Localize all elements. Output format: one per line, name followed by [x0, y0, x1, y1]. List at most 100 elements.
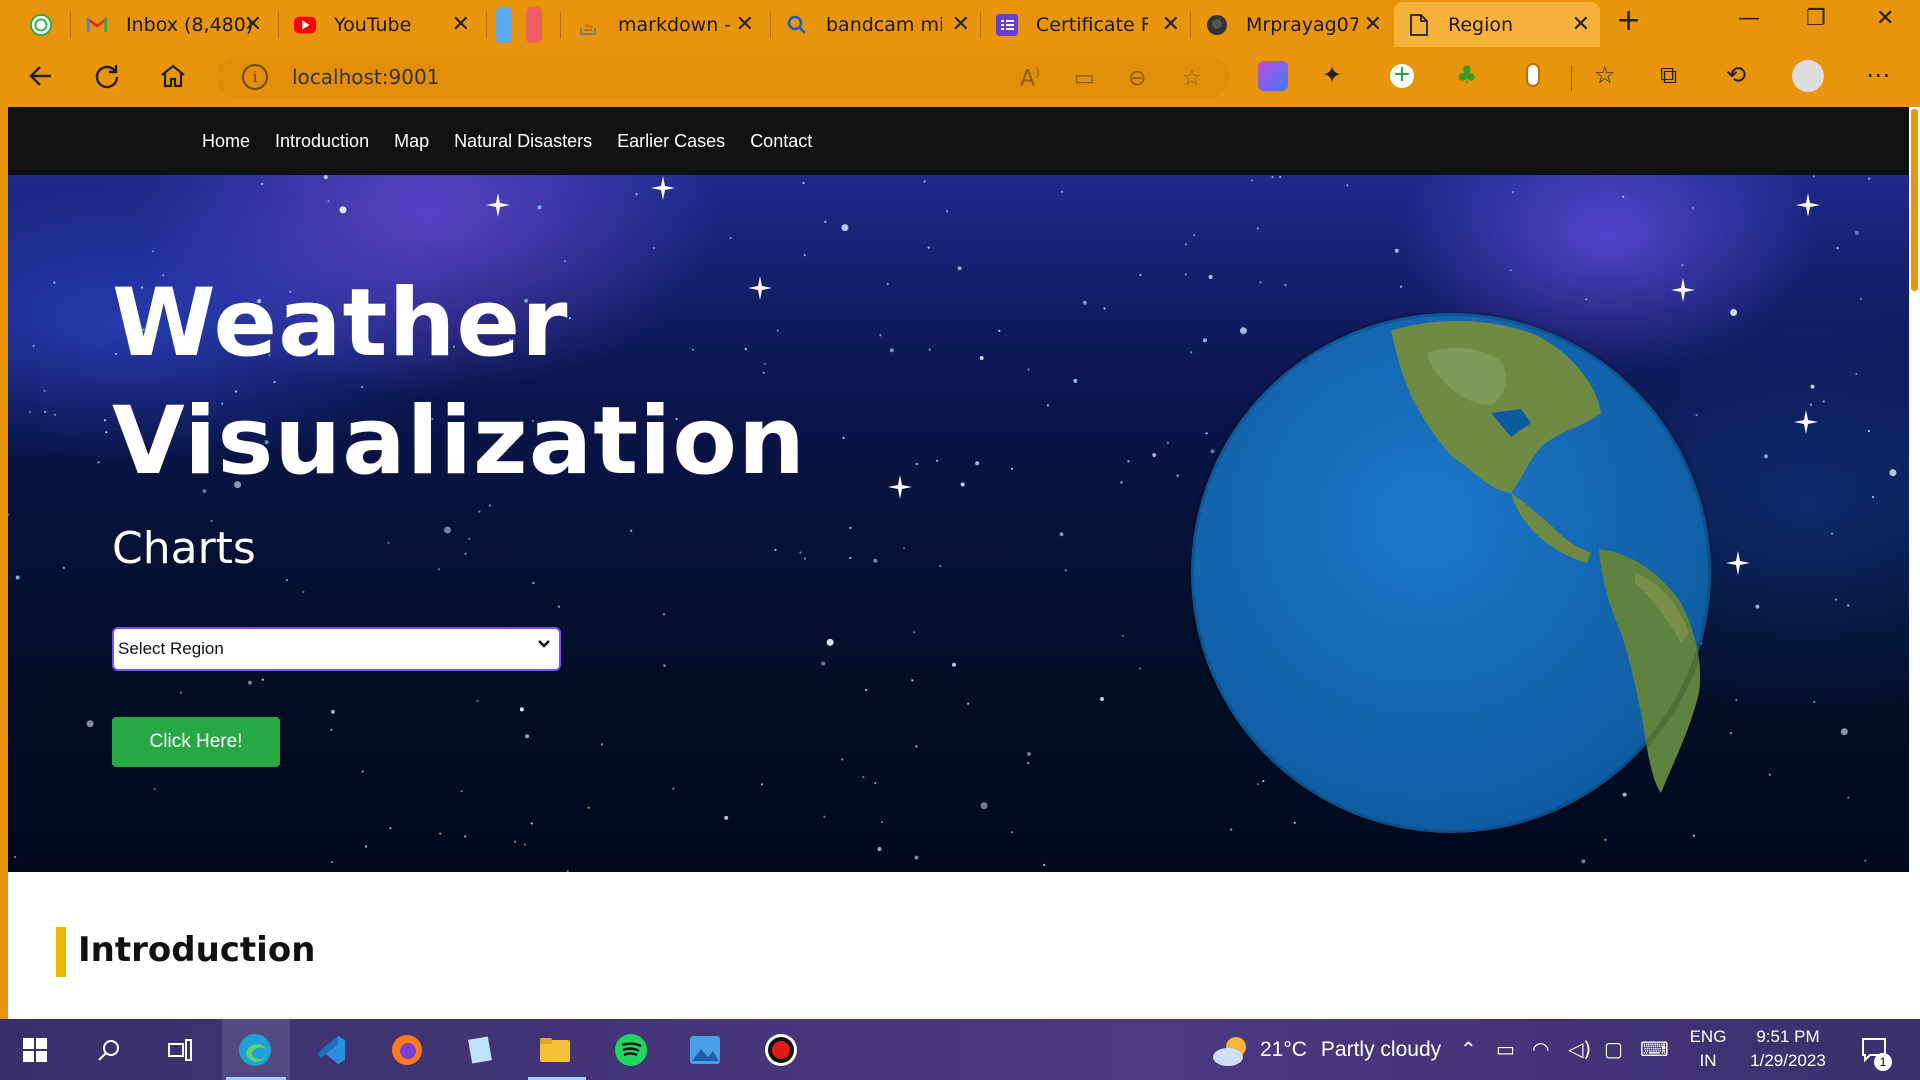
collections-icon[interactable]: ⧉	[1660, 61, 1677, 89]
keyboard-icon[interactable]: ⌨	[1640, 1037, 1669, 1061]
star	[323, 175, 328, 180]
page-scrollbar-thumb[interactable]	[1911, 109, 1918, 291]
more-menu-icon[interactable]: ⋯	[1866, 61, 1890, 89]
tab-markdown[interactable]: markdown - H ✕	[564, 6, 764, 43]
star	[302, 590, 305, 593]
read-aloud-icon[interactable]: A)	[1020, 66, 1040, 91]
tab-certificate-form[interactable]: Certificate For ✕	[982, 6, 1190, 43]
star	[1836, 247, 1839, 250]
star	[802, 181, 805, 185]
extension-add-icon[interactable]: +	[1390, 64, 1414, 88]
nav-home[interactable]: Home	[202, 131, 250, 152]
region-select[interactable]: Select Region	[112, 627, 561, 671]
volume-icon[interactable]: ◁)	[1568, 1037, 1591, 1061]
immersive-reader-icon[interactable]: ▭	[1074, 66, 1095, 91]
nav-earlier-cases[interactable]: Earlier Cases	[617, 131, 725, 152]
nav-introduction[interactable]: Introduction	[275, 131, 369, 152]
close-tab-icon[interactable]: ✕	[244, 12, 262, 37]
screen-recorder-icon[interactable]	[764, 1033, 798, 1067]
windows-start-icon[interactable]	[18, 1033, 52, 1067]
star	[1010, 467, 1014, 470]
star	[1346, 184, 1349, 187]
favorites-icon[interactable]: ☆	[1594, 61, 1616, 89]
reload-button[interactable]	[92, 62, 122, 92]
wifi-icon[interactable]: ◠	[1532, 1037, 1549, 1061]
extension-icon-3[interactable]: ♣	[1456, 61, 1478, 89]
tab-title: Region	[1448, 13, 1514, 36]
tab-title: Mrprayag077/	[1246, 13, 1358, 36]
star	[1043, 863, 1046, 867]
back-button[interactable]	[26, 62, 56, 92]
site-info-icon[interactable]: i	[242, 64, 268, 90]
tab-bandcam-search[interactable]: bandcam mic ✕	[772, 6, 980, 43]
star	[1208, 275, 1213, 279]
star	[105, 431, 108, 434]
star	[880, 820, 884, 824]
section-accent-bar	[56, 927, 66, 977]
minimize-button[interactable]: —	[1738, 6, 1760, 31]
nav-natural-disasters[interactable]: Natural Disasters	[454, 131, 592, 152]
close-tab-icon[interactable]: ✕	[1364, 12, 1382, 37]
search-icon	[786, 14, 808, 36]
language-indicator[interactable]: ENG IN	[1688, 1027, 1728, 1071]
close-tab-icon[interactable]: ✕	[1572, 12, 1590, 37]
battery-icon[interactable]: ▭	[1496, 1037, 1515, 1061]
star	[210, 519, 213, 523]
star	[15, 575, 20, 580]
tab-github[interactable]: Mrprayag077/ ✕	[1192, 6, 1392, 43]
star	[14, 855, 17, 859]
restore-button[interactable]: ❐	[1806, 6, 1826, 31]
meet-now-icon[interactable]: ▢	[1604, 1037, 1623, 1061]
extension-icon-1[interactable]	[1258, 61, 1288, 91]
zoom-icon[interactable]: ⊖	[1128, 66, 1146, 91]
sparkle-star	[486, 193, 510, 217]
file-explorer-icon[interactable]	[538, 1033, 572, 1067]
edge-browser-icon[interactable]	[238, 1033, 272, 1067]
star	[1604, 838, 1607, 842]
star	[724, 815, 729, 820]
star	[960, 482, 965, 487]
star	[1511, 191, 1514, 194]
spotify-icon[interactable]	[614, 1033, 648, 1067]
address-url[interactable]: localhost:9001	[292, 65, 439, 89]
nav-contact[interactable]: Contact	[750, 131, 812, 152]
profile-avatar[interactable]	[1792, 60, 1824, 92]
vscode-icon[interactable]	[314, 1033, 348, 1067]
star	[53, 281, 56, 284]
task-view-icon[interactable]	[163, 1033, 197, 1067]
show-hidden-icons[interactable]: ⌃	[1460, 1037, 1477, 1061]
extension-icon-4[interactable]	[1526, 63, 1540, 87]
system-clock[interactable]: 9:51 PM 1/29/2023	[1740, 1027, 1836, 1071]
click-here-button[interactable]: Click Here!	[112, 717, 280, 767]
star	[653, 246, 656, 250]
star	[824, 220, 827, 223]
star	[1061, 190, 1064, 193]
tab-pinned-group[interactable]	[490, 6, 554, 43]
nav-map[interactable]: Map	[394, 131, 429, 152]
new-tab-button[interactable]: +	[1616, 3, 1641, 38]
search-icon[interactable]	[92, 1033, 126, 1067]
address-bar[interactable]: i localhost:9001 A) ▭ ⊖ ☆	[216, 56, 1230, 98]
github-icon	[1206, 14, 1228, 36]
close-tab-icon[interactable]: ✕	[1162, 12, 1180, 37]
extension-icon-2[interactable]: ✦	[1322, 61, 1342, 89]
tab-title: bandcam mic	[826, 13, 942, 36]
close-window-button[interactable]: ✕	[1876, 6, 1894, 31]
history-icon[interactable]: ⟲	[1726, 61, 1746, 89]
photos-icon[interactable]	[688, 1033, 722, 1067]
star	[557, 605, 561, 608]
star	[8, 513, 10, 516]
close-tab-icon[interactable]: ✕	[452, 12, 470, 37]
firefox-icon[interactable]	[390, 1033, 424, 1067]
tab-region-active[interactable]: Region ✕	[1394, 2, 1600, 47]
tab-youtube[interactable]: YouTube ✕	[280, 6, 480, 43]
add-favorite-icon[interactable]: ☆	[1182, 66, 1202, 91]
close-tab-icon[interactable]: ✕	[736, 12, 754, 37]
tab-whatsapp[interactable]	[14, 6, 64, 43]
home-button[interactable]	[158, 62, 188, 92]
star	[444, 526, 451, 534]
close-tab-icon[interactable]: ✕	[952, 12, 970, 37]
weather-widget[interactable]: 21°C Partly cloudy	[1212, 1033, 1441, 1067]
notepad-icon[interactable]	[464, 1033, 498, 1067]
tab-gmail[interactable]: Inbox (8,480) ✕	[72, 6, 272, 43]
